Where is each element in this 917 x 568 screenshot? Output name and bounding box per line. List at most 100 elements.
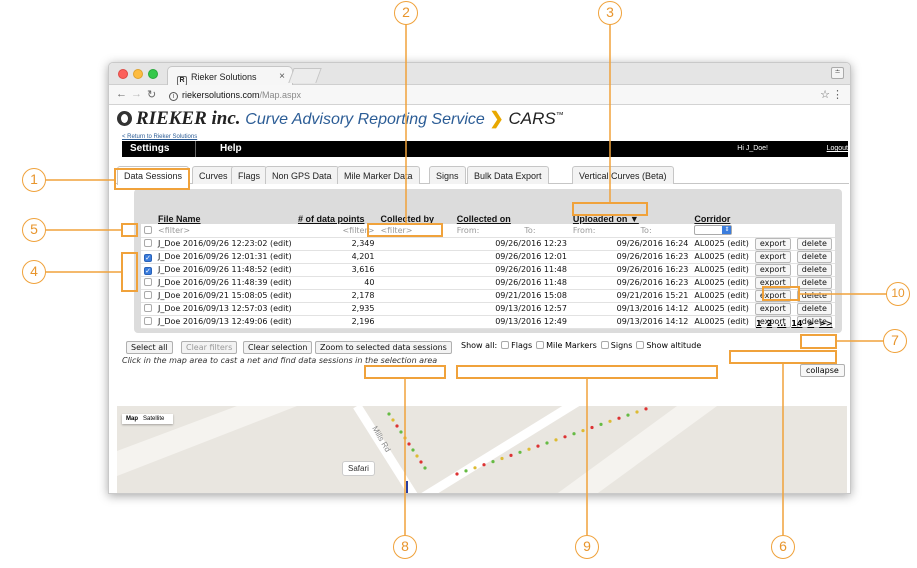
tab-curves[interactable]: Curves: [192, 166, 235, 184]
page-link[interactable]: >>: [819, 319, 832, 328]
delete-button[interactable]: delete: [796, 263, 832, 276]
map-marker[interactable]: [536, 444, 540, 448]
col-data-points[interactable]: # of data points: [295, 202, 378, 224]
tab-signs[interactable]: Signs: [429, 166, 466, 184]
delete-button[interactable]: delete: [796, 302, 832, 315]
delete-button[interactable]: delete: [796, 237, 832, 250]
map-marker[interactable]: [545, 441, 549, 445]
map-marker[interactable]: [518, 450, 522, 454]
table-row[interactable]: J_Doe 2016/09/13 12:57:03 (edit) 2,935 09/…: [141, 302, 835, 316]
table-row[interactable]: ✓ J_Doe 2016/09/26 12:01:31 (edit) 4,201 09…: [141, 250, 835, 264]
page-link[interactable]: 1: [756, 319, 762, 328]
profile-icon[interactable]: ≐: [831, 67, 844, 79]
poi-label[interactable]: Safari: [342, 461, 375, 476]
browser-tab[interactable]: R Rieker Solutions ×: [167, 66, 293, 86]
close-tab-icon[interactable]: ×: [279, 71, 285, 82]
map-marker[interactable]: [527, 447, 531, 451]
flags-checkbox[interactable]: [501, 341, 510, 349]
tab-bulk-data-export[interactable]: Bulk Data Export: [467, 166, 549, 184]
row-checkbox[interactable]: [144, 239, 152, 247]
table-row[interactable]: ✓ J_Doe 2016/09/26 11:48:52 (edit) 3,616 09…: [141, 263, 835, 277]
map-type-satellite[interactable]: Satellite: [143, 416, 164, 422]
map-marker[interactable]: [423, 466, 427, 470]
delete-button[interactable]: delete: [796, 289, 832, 302]
map-marker[interactable]: [644, 407, 648, 411]
row-checkbox[interactable]: [144, 304, 152, 312]
forward-icon[interactable]: →: [131, 88, 142, 100]
signs-checkbox[interactable]: [600, 341, 609, 349]
map-marker[interactable]: [491, 460, 495, 464]
map-marker[interactable]: [617, 416, 621, 420]
bookmark-star-icon[interactable]: ☆: [820, 88, 830, 101]
map-marker[interactable]: [464, 469, 468, 473]
map-marker[interactable]: [415, 454, 419, 458]
new-tab-button[interactable]: [288, 68, 322, 83]
uploaded-from-input[interactable]: [597, 225, 638, 235]
map-marker[interactable]: [500, 456, 504, 461]
tab-non-gps-data[interactable]: Non GPS Data: [265, 166, 339, 184]
corridor-filter-select[interactable]: ⇕: [694, 225, 733, 236]
map-marker[interactable]: [407, 442, 411, 446]
select-all-checkbox[interactable]: [144, 225, 152, 234]
collected-from-input[interactable]: [481, 225, 522, 235]
col-collected-by[interactable]: Collected by: [377, 202, 453, 224]
row-checkbox[interactable]: [144, 278, 152, 286]
row-checkbox[interactable]: ✓: [144, 253, 152, 262]
clear-selection-button[interactable]: Clear selection: [243, 341, 313, 354]
show-altitude-checkbox[interactable]: [636, 341, 645, 349]
map-marker[interactable]: [403, 436, 407, 440]
file-name-filter[interactable]: <filter>: [155, 224, 295, 238]
map-marker[interactable]: [411, 448, 415, 452]
map-marker[interactable]: [395, 424, 399, 428]
map-marker[interactable]: [419, 460, 423, 464]
url-field[interactable]: i riekersolutions.com/Map.aspx: [169, 88, 769, 102]
zoom-to-selected-button[interactable]: Zoom to selected data sessions: [315, 341, 452, 354]
reload-icon[interactable]: ↻: [147, 88, 156, 101]
delete-button[interactable]: delete: [796, 276, 832, 289]
export-button[interactable]: export: [754, 263, 791, 276]
map-marker[interactable]: [554, 438, 558, 442]
maximize-window-button[interactable]: [148, 69, 158, 79]
row-checkbox[interactable]: [144, 317, 152, 325]
map-marker[interactable]: [635, 410, 639, 414]
export-button[interactable]: export: [754, 302, 791, 315]
col-collected-on[interactable]: Collected on: [454, 202, 570, 224]
col-file-name[interactable]: File Name: [155, 202, 295, 224]
map-marker[interactable]: [599, 422, 603, 426]
export-button[interactable]: export: [754, 237, 791, 250]
map-marker[interactable]: [455, 472, 459, 476]
collapse-button[interactable]: collapse: [800, 364, 845, 377]
page-link[interactable]: ...: [777, 319, 786, 328]
info-icon[interactable]: i: [169, 92, 178, 101]
map-marker[interactable]: [563, 435, 567, 439]
settings-menu[interactable]: Settings: [130, 143, 169, 154]
mile-markers-checkbox[interactable]: [536, 341, 545, 349]
table-row[interactable]: J_Doe 2016/09/13 12:49:06 (edit) 2,196 09/…: [141, 315, 835, 329]
row-checkbox[interactable]: [144, 291, 152, 299]
map-marker[interactable]: [626, 413, 630, 417]
table-row[interactable]: J_Doe 2016/09/26 12:23:02 (edit) 2,349 09/…: [141, 237, 835, 251]
map-canvas[interactable]: Mills Rd Map Satellite Safari: [117, 406, 847, 493]
help-menu[interactable]: Help: [220, 143, 242, 154]
map-marker[interactable]: [473, 466, 477, 470]
map-marker[interactable]: [509, 453, 513, 457]
map-type-map[interactable]: Map: [126, 416, 138, 422]
data-points-filter[interactable]: <filter>: [294, 224, 378, 238]
delete-button[interactable]: delete: [796, 250, 832, 263]
map-marker[interactable]: [590, 425, 594, 430]
page-link[interactable]: 2: [767, 319, 773, 328]
logout-link[interactable]: Logout: [827, 145, 848, 152]
map-marker[interactable]: [482, 463, 486, 467]
return-link[interactable]: < Return to Rieker Solutions: [122, 134, 197, 140]
minimize-window-button[interactable]: [133, 69, 143, 79]
back-icon[interactable]: ←: [116, 88, 127, 100]
table-row[interactable]: J_Doe 2016/09/26 11:48:39 (edit) 40 09/26/…: [141, 276, 835, 290]
export-button[interactable]: export: [754, 250, 791, 263]
map-marker[interactable]: [387, 412, 391, 416]
col-corridor[interactable]: Corridor: [691, 202, 751, 224]
clear-filters-button[interactable]: Clear filters: [181, 341, 238, 354]
page-link[interactable]: 14: [791, 319, 802, 328]
select-all-button[interactable]: Select all: [126, 341, 173, 354]
browser-menu-icon[interactable]: ⋮: [832, 88, 843, 101]
tab-flags[interactable]: Flags: [231, 166, 268, 184]
